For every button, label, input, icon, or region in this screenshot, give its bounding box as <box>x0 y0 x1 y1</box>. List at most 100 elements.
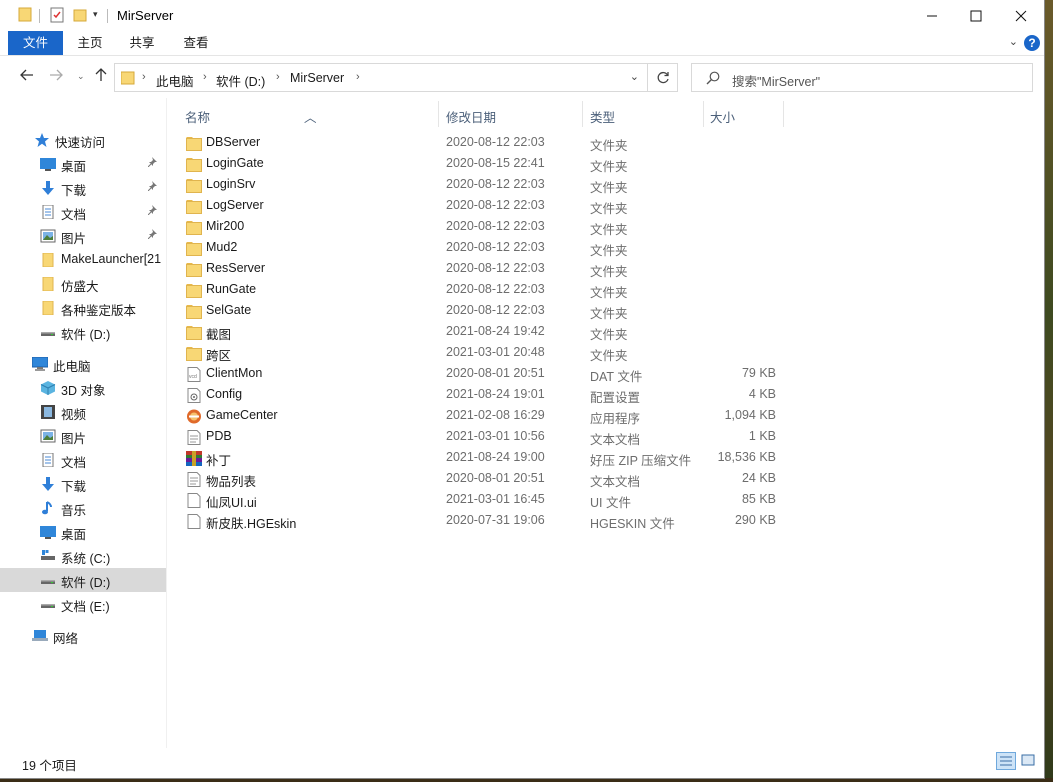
details-view-button[interactable] <box>996 752 1016 770</box>
pictures-icon <box>40 229 56 243</box>
column-header-size[interactable]: 大小 <box>710 107 735 126</box>
sidebar-item[interactable]: 文档 <box>0 448 166 472</box>
sidebar-item-label: 仿盛大 <box>61 280 99 294</box>
address-dropdown-icon[interactable]: ⌄ <box>630 70 639 83</box>
chevron-right-icon[interactable]: › <box>276 71 280 83</box>
file-row[interactable]: PDB 2021-03-01 10:56 文本文档 1 KB <box>168 427 788 448</box>
file-row[interactable]: GameCenter 2021-02-08 16:29 应用程序 1,094 KB <box>168 406 788 427</box>
column-header-date[interactable]: 修改日期 <box>446 107 496 126</box>
tab-view[interactable]: 查看 <box>174 31 218 55</box>
tab-home[interactable]: 主页 <box>68 31 112 55</box>
file-size: 4 KB <box>748 387 776 401</box>
sidebar-item-label: 快速访问 <box>55 136 106 150</box>
folder-icon <box>186 262 202 277</box>
file-type: 文本文档 <box>590 475 641 489</box>
tab-share[interactable]: 共享 <box>120 31 164 55</box>
chevron-right-icon[interactable]: › <box>356 71 360 83</box>
column-divider[interactable] <box>438 101 439 127</box>
file-row[interactable]: vcd ClientMon 2020-08-01 20:51 DAT 文件 79 KB <box>168 364 788 385</box>
folder-icon <box>40 300 56 316</box>
maximize-button[interactable] <box>953 0 999 31</box>
file-list: ︿ 名称 修改日期 类型 大小 DBServer 2020-08-12 22:03… <box>168 98 1044 748</box>
pane-divider[interactable] <box>166 98 167 748</box>
file-size: 79 KB <box>741 366 776 380</box>
file-row[interactable]: 截图 2021-08-24 19:42 文件夹 <box>168 322 788 343</box>
file-row[interactable]: DBServer 2020-08-12 22:03 文件夹 <box>168 133 788 154</box>
sidebar-item[interactable]: 网络 <box>0 624 166 648</box>
file-row[interactable]: 物品列表 2020-08-01 20:51 文本文档 24 KB <box>168 469 788 490</box>
file-row[interactable]: Mud2 2020-08-12 22:03 文件夹 <box>168 238 788 259</box>
new-folder-icon[interactable] <box>72 6 88 24</box>
sidebar-item[interactable]: 文档 (E:) <box>0 592 166 616</box>
file-row[interactable]: RunGate 2020-08-12 22:03 文件夹 <box>168 280 788 301</box>
item-count: 19 个项目 <box>22 759 77 773</box>
chevron-right-icon[interactable]: › <box>203 71 207 83</box>
chevron-right-icon[interactable]: › <box>142 71 146 83</box>
sidebar-item[interactable]: 音乐 <box>0 496 166 520</box>
sidebar-item[interactable]: 桌面 <box>0 152 166 176</box>
sidebar-item[interactable]: 此电脑 <box>0 352 166 376</box>
pin-icon[interactable] <box>147 205 158 218</box>
sidebar-item[interactable]: 仿盛大 <box>0 272 166 296</box>
sidebar-item[interactable]: 各种鉴定版本 <box>0 296 166 320</box>
sidebar-item[interactable]: 桌面 <box>0 520 166 544</box>
file-row[interactable]: Config 2021-08-24 19:01 配置设置 4 KB <box>168 385 788 406</box>
sidebar-item-label: 软件 (D:) <box>61 576 111 590</box>
breadcrumb-drive-d[interactable]: 软件 (D:) <box>216 71 265 90</box>
file-name: ResServer <box>206 261 266 275</box>
back-arrow-icon[interactable] <box>20 68 34 87</box>
column-divider[interactable] <box>582 101 583 127</box>
sidebar-item[interactable]: 视频 <box>0 400 166 424</box>
file-type: 文件夹 <box>590 139 628 153</box>
expand-ribbon-icon[interactable]: ⌄ <box>1009 35 1018 48</box>
pin-icon[interactable] <box>147 229 158 242</box>
sidebar-item[interactable]: 下载 <box>0 472 166 496</box>
refresh-button[interactable] <box>648 63 678 92</box>
sidebar-item[interactable]: MakeLauncher[21 <box>0 248 166 272</box>
sidebar-item[interactable]: 下载 <box>0 176 166 200</box>
pin-icon[interactable] <box>147 157 158 170</box>
recent-locations-icon[interactable]: ⌄ <box>77 71 85 82</box>
file-row[interactable]: SelGate 2020-08-12 22:03 文件夹 <box>168 301 788 322</box>
column-header-type[interactable]: 类型 <box>590 107 615 126</box>
file-row[interactable]: 新皮肤.HGEskin 2020-07-31 19:06 HGESKIN 文件 290… <box>168 511 788 532</box>
file-row[interactable]: ResServer 2020-08-12 22:03 文件夹 <box>168 259 788 280</box>
address-bar[interactable]: › 此电脑 › 软件 (D:) › MirServer › ⌄ <box>114 63 648 92</box>
file-row[interactable]: Mir200 2020-08-12 22:03 文件夹 <box>168 217 788 238</box>
file-row[interactable]: LogServer 2020-08-12 22:03 文件夹 <box>168 196 788 217</box>
forward-arrow-icon[interactable] <box>49 68 63 87</box>
sidebar-item[interactable]: 软件 (D:) <box>0 568 166 592</box>
pin-icon[interactable] <box>147 181 158 194</box>
sidebar-item[interactable]: 文档 <box>0 200 166 224</box>
file-row[interactable]: LoginSrv 2020-08-12 22:03 文件夹 <box>168 175 788 196</box>
minimize-button[interactable] <box>909 0 955 31</box>
up-arrow-icon[interactable] <box>94 68 108 87</box>
sidebar-item[interactable]: 图片 <box>0 224 166 248</box>
column-divider[interactable] <box>703 101 704 127</box>
file-row[interactable]: 跨区 2021-03-01 20:48 文件夹 <box>168 343 788 364</box>
refresh-icon <box>657 71 669 83</box>
file-row[interactable]: 仙凤UI.ui 2021-03-01 16:45 UI 文件 85 KB <box>168 490 788 511</box>
properties-icon[interactable] <box>49 6 65 24</box>
sidebar-item[interactable]: 图片 <box>0 424 166 448</box>
column-divider[interactable] <box>783 101 784 127</box>
close-button[interactable] <box>998 0 1044 31</box>
customize-toolbar-icon[interactable]: ▾ <box>93 9 101 27</box>
file-row[interactable]: LoginGate 2020-08-15 22:41 文件夹 <box>168 154 788 175</box>
search-input[interactable]: 搜索"MirServer" <box>732 71 820 90</box>
sidebar-item[interactable]: 快速访问 <box>0 128 166 152</box>
breadcrumb-mirserver[interactable]: MirServer <box>290 71 344 85</box>
divider <box>39 9 40 23</box>
column-header-name[interactable]: 名称 <box>185 107 210 126</box>
breadcrumb-this-pc[interactable]: 此电脑 <box>156 71 194 90</box>
search-icon <box>706 71 720 88</box>
help-icon[interactable]: ? <box>1024 35 1040 51</box>
large-icons-view-button[interactable] <box>1019 752 1039 770</box>
file-modified-date: 2021-08-24 19:42 <box>446 324 545 338</box>
file-row[interactable]: 补丁 2021-08-24 19:00 好压 ZIP 压缩文件 18,536 KB <box>168 448 788 469</box>
sidebar-item[interactable]: 软件 (D:) <box>0 320 166 344</box>
sidebar-item[interactable]: 3D 对象 <box>0 376 166 400</box>
search-box[interactable]: 搜索"MirServer" <box>691 63 1033 92</box>
sidebar-item[interactable]: 系统 (C:) <box>0 544 166 568</box>
tab-file[interactable]: 文件 <box>8 31 63 55</box>
